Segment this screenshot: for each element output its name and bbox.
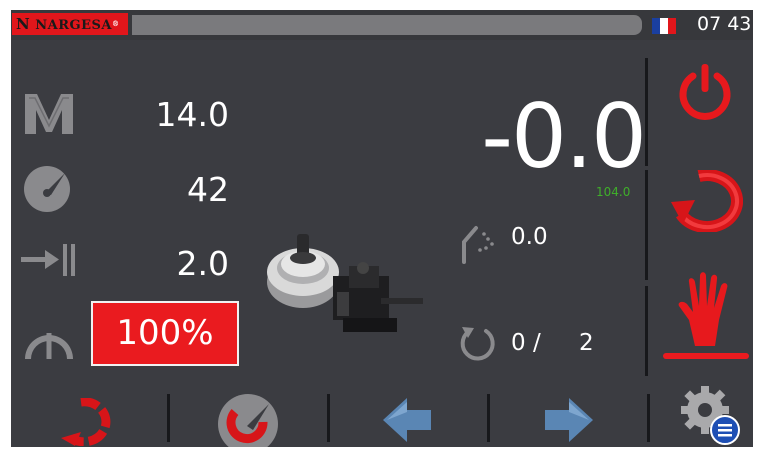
power-icon[interactable] xyxy=(675,60,735,124)
arrow-left-icon[interactable] xyxy=(383,398,433,442)
speed-dial-icon[interactable] xyxy=(21,163,77,213)
right-divider-1 xyxy=(645,58,648,166)
machine-screen: N NARGESA® 07 43 14.0 42 2.0 100% -0.0 1… xyxy=(11,10,753,447)
springback-value: 0.0 xyxy=(511,224,548,250)
arrow-right-icon[interactable] xyxy=(543,398,593,442)
bottom-divider-4 xyxy=(647,394,650,442)
top-bar: N NARGESA® 07 43 xyxy=(11,10,753,40)
bend-angle-display: -0.0 xyxy=(481,85,647,188)
right-divider-3 xyxy=(645,286,648,376)
springback-icon xyxy=(462,226,494,264)
reference-value: 104.0 xyxy=(596,185,631,199)
offset-arrow-icon[interactable] xyxy=(19,242,79,278)
france-flag-icon[interactable] xyxy=(652,18,676,34)
status-bar xyxy=(132,15,642,35)
settings-list-icon[interactable] xyxy=(675,386,747,447)
brand-logo: N NARGESA® xyxy=(12,13,128,35)
clock: 07 43 xyxy=(697,13,752,35)
bottom-divider-2 xyxy=(327,394,330,442)
rotation-icon[interactable] xyxy=(669,170,743,232)
cycle-counter-icon xyxy=(460,327,495,361)
offset-value[interactable]: 2.0 xyxy=(121,244,229,283)
mold-m-icon[interactable] xyxy=(21,90,77,138)
bottom-divider-3 xyxy=(487,394,490,442)
pressure-gauge-icon[interactable] xyxy=(21,315,77,363)
pressure-value[interactable]: 100% xyxy=(91,301,239,366)
cycle-total: 2 xyxy=(579,330,594,356)
manual-hand-icon[interactable] xyxy=(675,272,739,348)
mold-value[interactable]: 14.0 xyxy=(121,95,229,134)
bending-machine-illustration xyxy=(267,234,423,332)
right-divider-2 xyxy=(645,170,648,280)
cycle-count: 0 / xyxy=(511,330,541,356)
bend-dial-icon[interactable] xyxy=(213,392,283,447)
bottom-divider-1 xyxy=(167,394,170,442)
return-rotation-icon[interactable] xyxy=(61,398,119,446)
manual-mode-indicator xyxy=(663,353,749,359)
speed-value[interactable]: 42 xyxy=(121,170,229,209)
